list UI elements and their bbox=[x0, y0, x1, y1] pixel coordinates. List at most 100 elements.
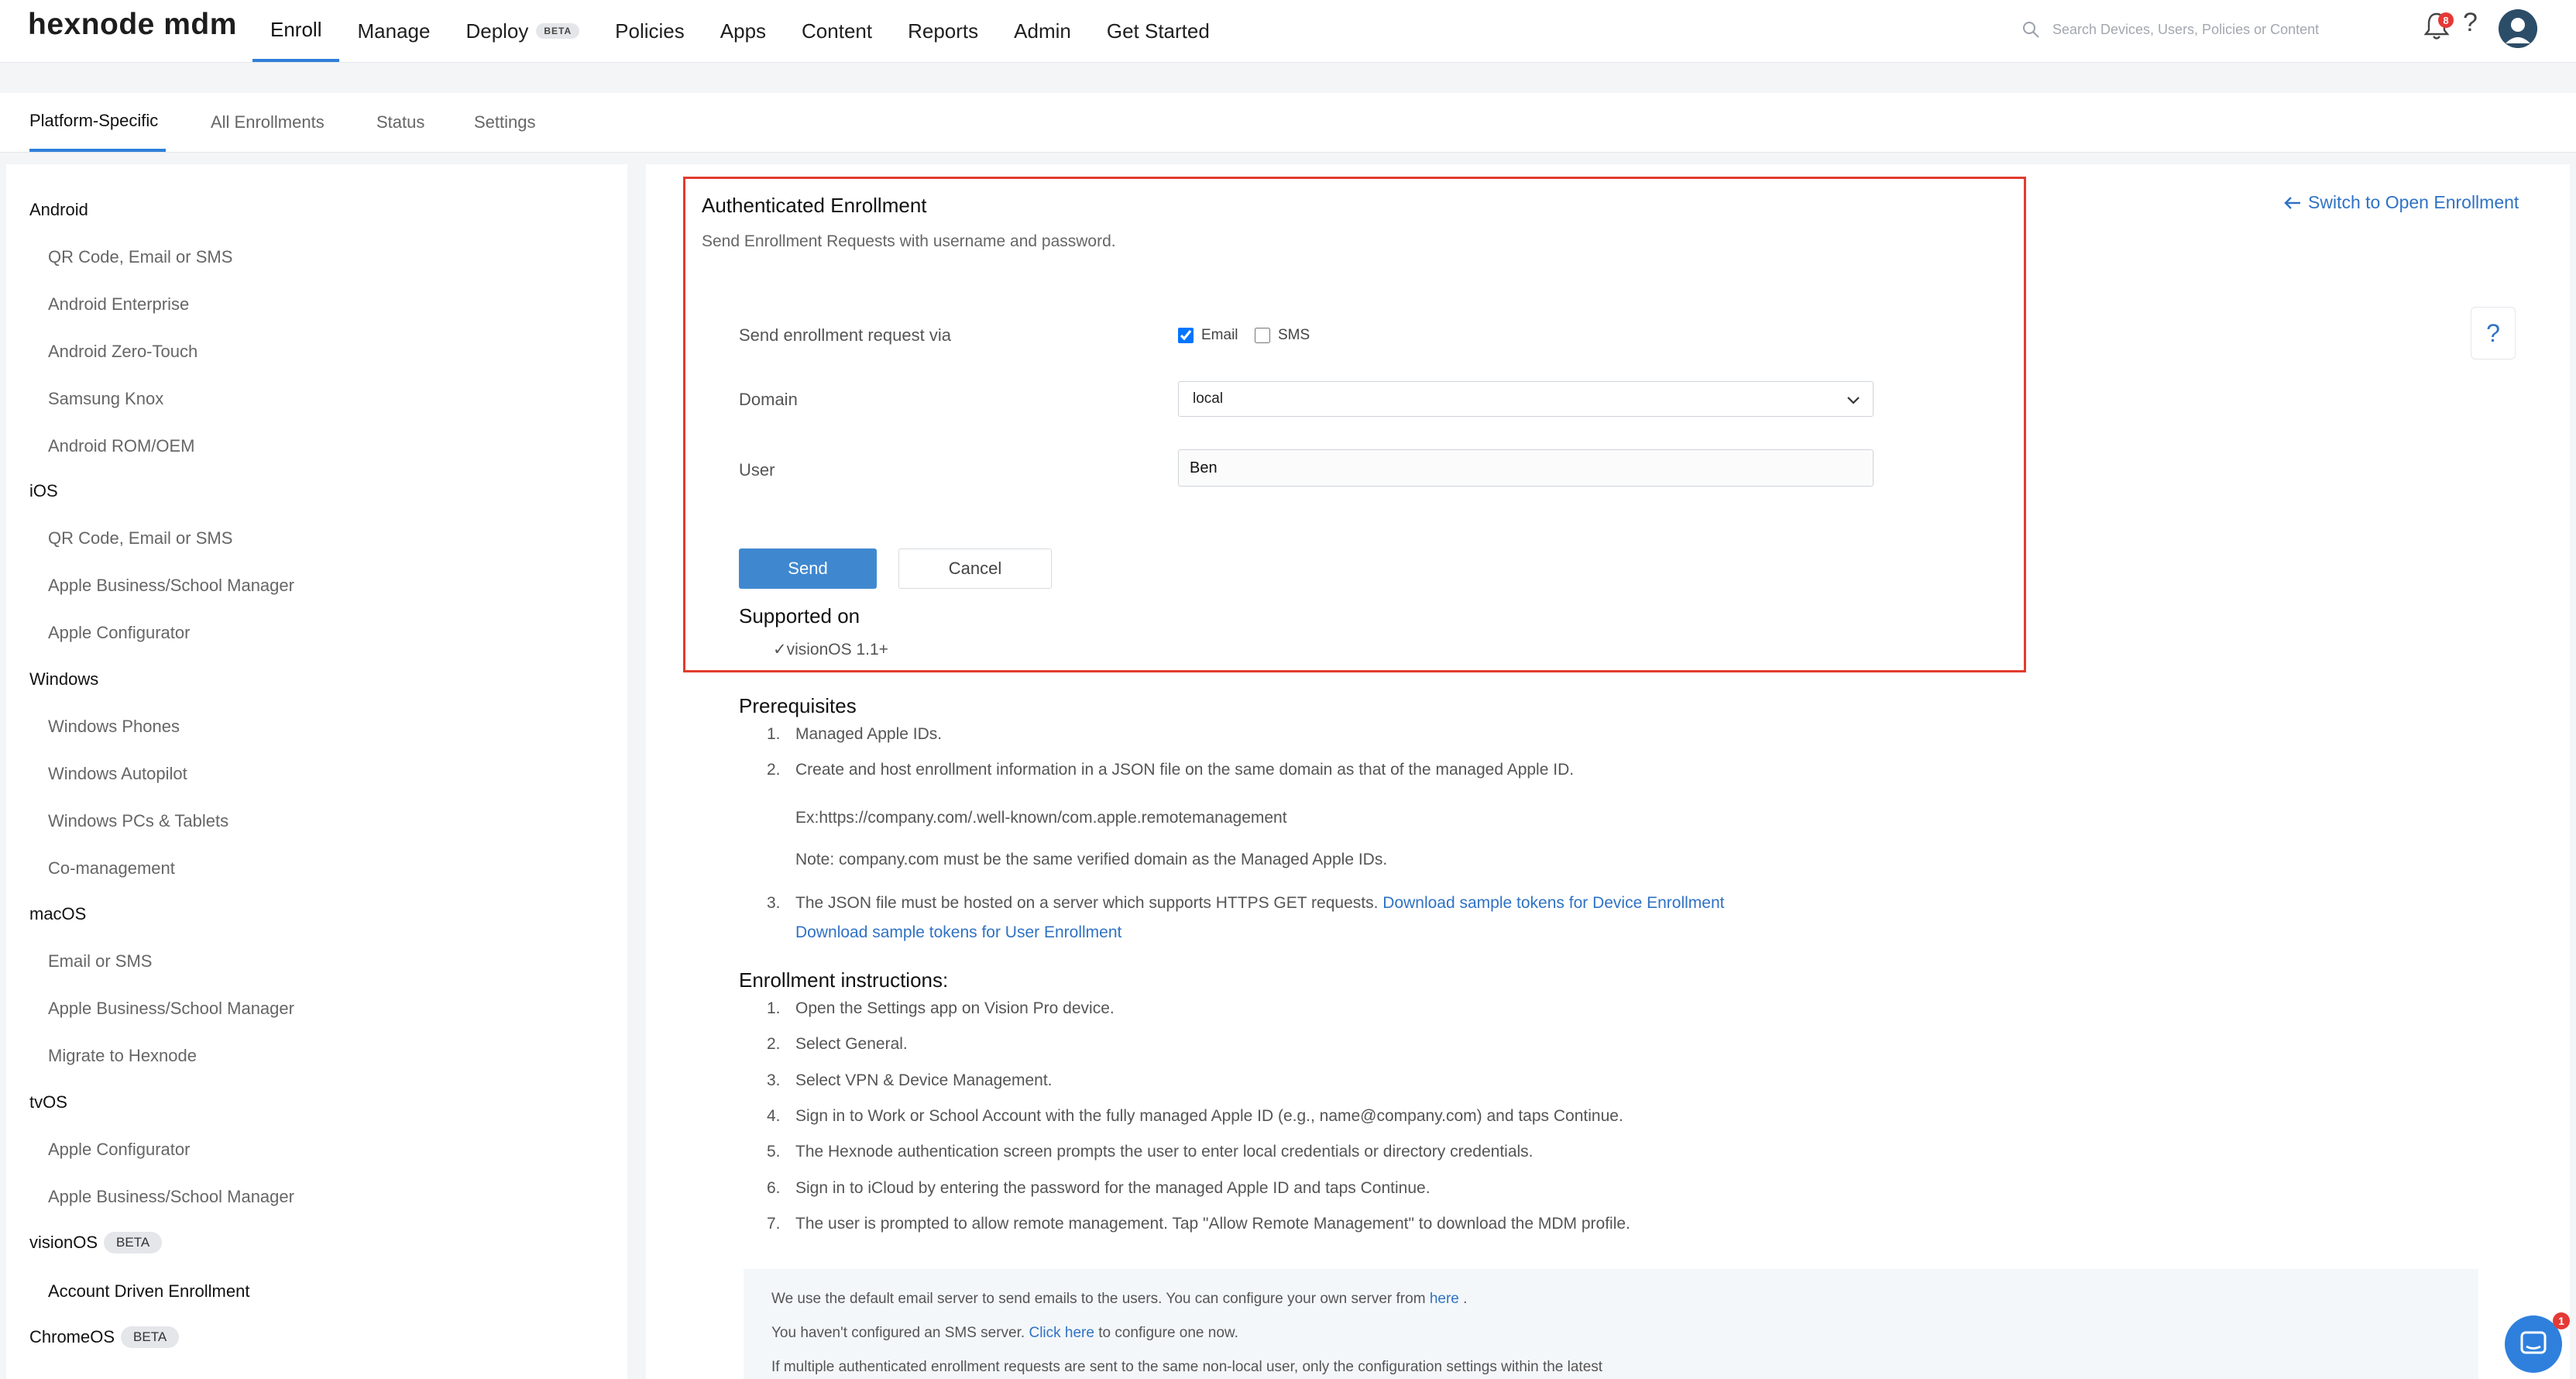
switch-link-label: Switch to Open Enrollment bbox=[2308, 192, 2519, 212]
sidebar-heading-tvos[interactable]: tvOS bbox=[29, 1092, 67, 1112]
domain-select[interactable]: local bbox=[1178, 381, 1874, 417]
configure-sms-link[interactable]: Click here bbox=[1029, 1325, 1094, 1341]
avatar[interactable] bbox=[2499, 9, 2537, 48]
email-checkbox-label: Email bbox=[1201, 327, 1238, 343]
sidebar-item-windows-pcs[interactable]: Windows PCs & Tablets bbox=[48, 811, 228, 831]
info-multiple-requests-line: If multiple authenticated enrollment req… bbox=[771, 1359, 1603, 1375]
download-device-tokens-link[interactable]: Download sample tokens for Device Enroll… bbox=[1382, 894, 1724, 912]
sms-checkbox-label: SMS bbox=[1278, 327, 1310, 343]
sidebar-item-co-management[interactable]: Co-management bbox=[48, 858, 175, 879]
main-nav: Enroll Manage Deploy BETA Policies Apps … bbox=[252, 0, 1228, 62]
chevron-down-icon bbox=[1847, 397, 1860, 404]
instruction-step: Sign in to Work or School Account with t… bbox=[795, 1107, 1623, 1125]
enroll-subtabs: Platform-Specific All Enrollments Status… bbox=[0, 93, 2576, 153]
beta-badge: BETA bbox=[104, 1232, 163, 1253]
sidebar-heading-ios[interactable]: iOS bbox=[29, 481, 58, 501]
sidebar-heading-visionos-label: visionOS bbox=[29, 1233, 98, 1252]
user-input[interactable] bbox=[1178, 449, 1874, 487]
sidebar-heading-windows[interactable]: Windows bbox=[29, 669, 98, 690]
sidebar-heading-visionos[interactable]: visionOS BETA bbox=[29, 1232, 163, 1253]
sidebar-item-tvos-abm[interactable]: Apple Business/School Manager bbox=[48, 1187, 294, 1207]
instruction-step: Sign in to iCloud by entering the passwo… bbox=[795, 1179, 1431, 1197]
send-via-label: Send enrollment request via bbox=[739, 325, 951, 345]
beta-badge: BETA bbox=[536, 23, 580, 39]
sidebar-item-android-zero-touch[interactable]: Android Zero-Touch bbox=[48, 342, 197, 362]
info-sms-end: to configure one now. bbox=[1098, 1325, 1238, 1341]
prereq-item-1: Managed Apple IDs. bbox=[795, 725, 943, 743]
tab-settings[interactable]: Settings bbox=[474, 93, 536, 152]
page-subtitle: Send Enrollment Requests with username a… bbox=[702, 232, 1116, 250]
sidebar-item-windows-phones[interactable]: Windows Phones bbox=[48, 717, 180, 737]
user-label: User bbox=[739, 460, 775, 480]
nav-apps[interactable]: Apps bbox=[702, 0, 784, 62]
prereq-number-3: 3. bbox=[767, 894, 781, 912]
user-avatar-icon bbox=[2499, 9, 2537, 48]
chat-badge: 1 bbox=[2553, 1312, 2570, 1329]
sidebar-heading-chromeos[interactable]: ChromeOS BETA bbox=[29, 1326, 180, 1348]
sidebar-item-tvos-configurator[interactable]: Apple Configurator bbox=[48, 1140, 190, 1160]
configure-email-server-link[interactable]: here bbox=[1430, 1291, 1459, 1307]
sidebar-item-macos-abm[interactable]: Apple Business/School Manager bbox=[48, 999, 294, 1019]
prereq-number-1: 1. bbox=[767, 725, 781, 743]
nav-enroll[interactable]: Enroll bbox=[252, 0, 340, 62]
sidebar-heading-android[interactable]: Android bbox=[29, 200, 88, 220]
prereq-item-3-text: The JSON file must be hosted on a server… bbox=[795, 894, 1379, 912]
nav-policies[interactable]: Policies bbox=[597, 0, 702, 62]
tab-all-enrollments[interactable]: All Enrollments bbox=[211, 93, 325, 152]
nav-reports[interactable]: Reports bbox=[890, 0, 996, 62]
sms-checkbox-field[interactable]: SMS bbox=[1255, 327, 1310, 344]
sidebar-heading-chromeos-label: ChromeOS bbox=[29, 1327, 115, 1346]
sidebar-item-macos-email[interactable]: Email or SMS bbox=[48, 951, 152, 971]
sidebar-heading-macos[interactable]: macOS bbox=[29, 904, 86, 924]
info-notice-box: We use the default email server to send … bbox=[744, 1269, 2478, 1379]
switch-to-open-enrollment-link[interactable]: Switch to Open Enrollment bbox=[2283, 192, 2519, 213]
download-user-tokens-link[interactable]: Download sample tokens for User Enrollme… bbox=[795, 923, 1121, 942]
sidebar-item-windows-autopilot[interactable]: Windows Autopilot bbox=[48, 764, 187, 784]
tab-status[interactable]: Status bbox=[376, 93, 424, 152]
help-icon[interactable]: ? bbox=[2463, 8, 2478, 38]
hexnode-logo[interactable]: hexnode mdm bbox=[28, 8, 237, 42]
nav-deploy[interactable]: Deploy BETA bbox=[448, 0, 597, 62]
beta-badge: BETA bbox=[121, 1326, 180, 1348]
sidebar-item-ios-abm[interactable]: Apple Business/School Manager bbox=[48, 576, 294, 596]
sidebar-item-migrate[interactable]: Migrate to Hexnode bbox=[48, 1046, 197, 1066]
notification-count-badge: 8 bbox=[2438, 12, 2454, 28]
platform-sidebar: Android QR Code, Email or SMS Android En… bbox=[6, 164, 627, 1379]
nav-admin[interactable]: Admin bbox=[996, 0, 1089, 62]
cancel-button[interactable]: Cancel bbox=[898, 549, 1052, 589]
instruction-number: 2. bbox=[767, 1035, 781, 1053]
prereq-number-2: 2. bbox=[767, 761, 781, 779]
sidebar-item-android-rom[interactable]: Android ROM/OEM bbox=[48, 436, 195, 456]
email-checkbox-field[interactable]: Email bbox=[1178, 327, 1238, 344]
info-sms-text: You haven't configured an SMS server. bbox=[771, 1325, 1025, 1341]
arrow-left-icon bbox=[2284, 196, 2300, 209]
instruction-number: 5. bbox=[767, 1143, 781, 1161]
prereq-item-2: Create and host enrollment information i… bbox=[795, 761, 1575, 779]
nav-content[interactable]: Content bbox=[784, 0, 890, 62]
nav-manage[interactable]: Manage bbox=[339, 0, 448, 62]
instruction-number: 1. bbox=[767, 999, 781, 1017]
sidebar-item-ios-qr[interactable]: QR Code, Email or SMS bbox=[48, 528, 232, 549]
nav-deploy-label: Deploy bbox=[465, 19, 529, 43]
info-email-text: We use the default email server to send … bbox=[771, 1291, 1426, 1307]
instruction-number: 3. bbox=[767, 1071, 781, 1089]
sms-checkbox[interactable] bbox=[1255, 328, 1270, 343]
instruction-step: The user is prompted to allow remote man… bbox=[795, 1215, 1630, 1233]
tab-platform-specific[interactable]: Platform-Specific bbox=[29, 93, 166, 152]
instruction-number: 7. bbox=[767, 1215, 781, 1233]
sidebar-item-android-qr[interactable]: QR Code, Email or SMS bbox=[48, 247, 232, 267]
sidebar-item-samsung-knox[interactable]: Samsung Knox bbox=[48, 389, 163, 409]
sidebar-item-android-enterprise[interactable]: Android Enterprise bbox=[48, 294, 189, 315]
prereq-note: Note: company.com must be the same verif… bbox=[795, 851, 1388, 868]
help-button[interactable]: ? bbox=[2471, 307, 2516, 359]
sidebar-item-account-driven[interactable]: Account Driven Enrollment bbox=[48, 1281, 249, 1302]
instruction-number: 6. bbox=[767, 1179, 781, 1197]
instruction-number: 4. bbox=[767, 1107, 781, 1125]
email-checkbox[interactable] bbox=[1178, 328, 1194, 343]
search-input[interactable] bbox=[2051, 20, 2395, 39]
sidebar-item-ios-configurator[interactable]: Apple Configurator bbox=[48, 623, 190, 643]
prereq-item-3: The JSON file must be hosted on a server… bbox=[795, 894, 1724, 913]
nav-get-started[interactable]: Get Started bbox=[1089, 0, 1228, 62]
info-email-period: . bbox=[1463, 1291, 1468, 1307]
send-button[interactable]: Send bbox=[739, 549, 877, 589]
